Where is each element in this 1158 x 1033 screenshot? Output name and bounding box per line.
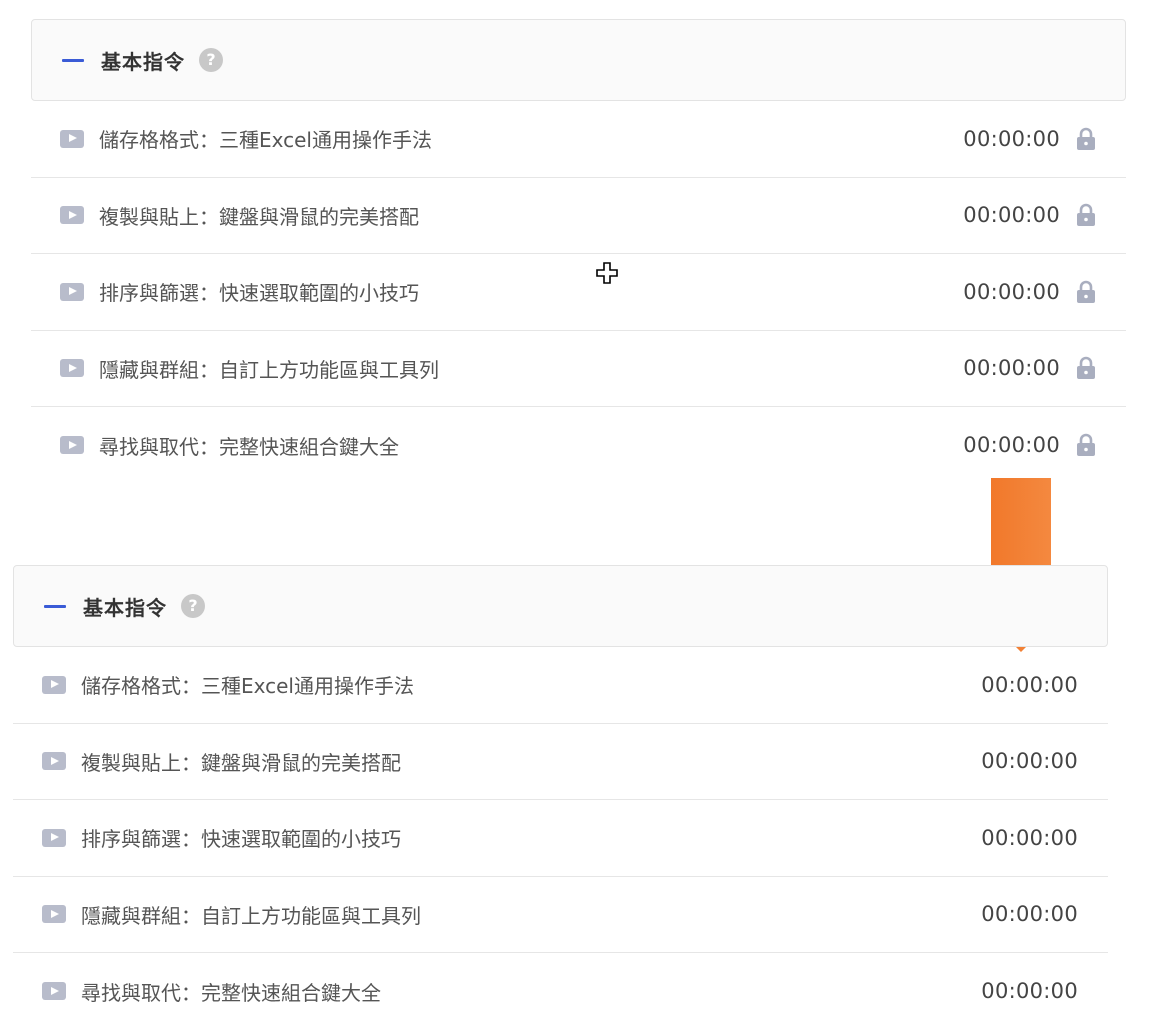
play-video-icon xyxy=(42,828,66,847)
lesson-title: 尋找與取代：完整快速組合鍵大全 xyxy=(99,434,399,459)
lock-icon xyxy=(1077,204,1095,227)
lock-icon xyxy=(1077,357,1095,380)
play-video-icon xyxy=(42,982,66,1001)
lesson-item[interactable]: 隱藏與群組：自訂上方功能區與工具列 00:00:00 xyxy=(31,331,1126,407)
play-video-icon xyxy=(60,129,84,148)
lesson-duration: 00:00:00 xyxy=(981,672,1078,697)
lesson-item[interactable]: 排序與篩選：快速選取範圍的小技巧 00:00:00 xyxy=(13,800,1108,877)
chapter-section-locked: 基本指令 ? 儲存格格式：三種Excel通用操作手法 00:00:00 複製與貼… xyxy=(31,19,1126,484)
lesson-duration: 00:00:00 xyxy=(963,203,1060,228)
lesson-item[interactable]: 尋找與取代：完整快速組合鍵大全 00:00:00 xyxy=(13,953,1108,1030)
lesson-list: 儲存格格式：三種Excel通用操作手法 00:00:00 複製與貼上：鍵盤與滑鼠… xyxy=(31,101,1126,484)
lesson-item[interactable]: 排序與篩選：快速選取範圍的小技巧 00:00:00 xyxy=(31,254,1126,331)
play-video-icon xyxy=(42,675,66,694)
question-circle-icon[interactable]: ? xyxy=(181,594,205,618)
lesson-title: 儲存格格式：三種Excel通用操作手法 xyxy=(99,128,432,153)
minus-icon[interactable] xyxy=(44,604,66,608)
play-video-icon xyxy=(42,905,66,924)
play-video-icon xyxy=(60,206,84,225)
lesson-item[interactable]: 儲存格格式：三種Excel通用操作手法 00:00:00 xyxy=(31,101,1126,178)
lesson-title: 隱藏與群組：自訂上方功能區與工具列 xyxy=(81,903,421,928)
lesson-title: 排序與篩選：快速選取範圍的小技巧 xyxy=(99,281,419,306)
lesson-duration: 00:00:00 xyxy=(963,433,1060,458)
lesson-title: 儲存格格式：三種Excel通用操作手法 xyxy=(81,674,414,699)
course-outline-comparison: 基本指令 ? 儲存格格式：三種Excel通用操作手法 00:00:00 複製與貼… xyxy=(0,0,1158,1033)
play-video-icon xyxy=(42,752,66,771)
crosshair-cursor-icon xyxy=(596,262,618,284)
lesson-item[interactable]: 尋找與取代：完整快速組合鍵大全 00:00:00 xyxy=(31,407,1126,484)
lesson-item[interactable]: 隱藏與群組：自訂上方功能區與工具列 00:00:00 xyxy=(13,877,1108,953)
lock-icon xyxy=(1077,434,1095,457)
chapter-header[interactable]: 基本指令 ? xyxy=(31,19,1126,101)
chapter-title: 基本指令 xyxy=(101,49,185,74)
lesson-title: 排序與篩選：快速選取範圍的小技巧 xyxy=(81,827,401,852)
lesson-item[interactable]: 複製與貼上：鍵盤與滑鼠的完美搭配 00:00:00 xyxy=(31,178,1126,254)
lesson-duration: 00:00:00 xyxy=(981,902,1078,927)
lesson-title: 隱藏與群組：自訂上方功能區與工具列 xyxy=(99,357,439,382)
lesson-duration: 00:00:00 xyxy=(981,749,1078,774)
lesson-duration: 00:00:00 xyxy=(981,825,1078,850)
play-video-icon xyxy=(60,359,84,378)
minus-icon[interactable] xyxy=(62,58,84,62)
play-video-icon xyxy=(60,282,84,301)
lock-icon xyxy=(1077,127,1095,150)
lesson-item[interactable]: 複製與貼上：鍵盤與滑鼠的完美搭配 00:00:00 xyxy=(13,724,1108,800)
lesson-item[interactable]: 儲存格格式：三種Excel通用操作手法 00:00:00 xyxy=(13,647,1108,724)
chapter-section-unlocked: 基本指令 ? 儲存格格式：三種Excel通用操作手法 00:00:00 複製與貼… xyxy=(13,565,1108,1030)
lesson-title: 尋找與取代：完整快速組合鍵大全 xyxy=(81,980,381,1005)
lesson-duration: 00:00:00 xyxy=(963,126,1060,151)
lesson-duration: 00:00:00 xyxy=(963,279,1060,304)
lock-icon xyxy=(1077,280,1095,303)
play-video-icon xyxy=(60,436,84,455)
lesson-list: 儲存格格式：三種Excel通用操作手法 00:00:00 複製與貼上：鍵盤與滑鼠… xyxy=(13,647,1108,1030)
lesson-title: 複製與貼上：鍵盤與滑鼠的完美搭配 xyxy=(99,204,419,229)
lesson-title: 複製與貼上：鍵盤與滑鼠的完美搭配 xyxy=(81,750,401,775)
chapter-header[interactable]: 基本指令 ? xyxy=(13,565,1108,647)
chapter-title: 基本指令 xyxy=(83,595,167,620)
lesson-duration: 00:00:00 xyxy=(963,356,1060,381)
lesson-duration: 00:00:00 xyxy=(981,979,1078,1004)
question-circle-icon[interactable]: ? xyxy=(199,48,223,72)
